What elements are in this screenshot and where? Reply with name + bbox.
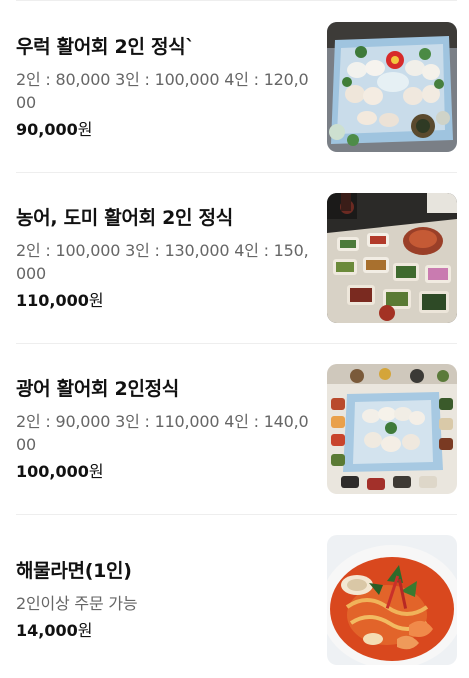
menu-item-price: 90,000원 (16, 119, 312, 141)
menu-item-photo[interactable] (327, 364, 457, 494)
menu-item-title: 우럭 활어회 2인 정식` (16, 35, 195, 58)
menu-item-info: 광어 활어회 2인정식 2인 : 90,000 3인 : 110,000 4인 … (16, 364, 312, 494)
top-divider (16, 0, 457, 1)
menu-item-haemul-ramen[interactable]: 해물라면(1인) 2인이상 주문 가능 14,000원 (16, 535, 457, 665)
menu-item-title: 해물라면(1인) (16, 560, 132, 582)
price-number: 14,000 (16, 621, 78, 640)
menu-divider (16, 514, 457, 515)
menu-item-gwangeo[interactable]: 광어 활어회 2인정식 2인 : 90,000 3인 : 110,000 4인 … (16, 364, 457, 494)
menu-item-description: 2인이상 주문 가능 (16, 594, 138, 613)
menu-item-nongeo-domi[interactable]: 농어, 도미 활어회 2인 정식 2인 : 100,000 3인 : 130,0… (16, 193, 457, 323)
menu-item-title: 농어, 도미 활어회 2인 정식 (16, 206, 233, 229)
sashimi-platter-spread-photo (327, 364, 457, 494)
menu-item-description: 2인 : 100,000 3인 : 130,000 4인 : 150,000 (16, 240, 309, 283)
seafood-ramen-bowl-photo (327, 535, 457, 665)
table-of-side-dishes-photo (327, 193, 457, 323)
price-unit: 원 (77, 119, 93, 139)
price-unit: 원 (77, 621, 93, 640)
menu-item-info: 해물라면(1인) 2인이상 주문 가능 14,000원 (16, 535, 312, 665)
price-unit: 원 (88, 461, 104, 481)
platter-of-sliced-raw-fish-photo (327, 22, 457, 152)
menu-item-photo[interactable] (327, 193, 457, 323)
menu-item-price: 110,000원 (16, 290, 312, 312)
menu-item-description: 2인 : 90,000 3인 : 110,000 4인 : 140,000 (16, 411, 309, 454)
price-number: 100,000 (16, 461, 89, 481)
menu-item-price: 14,000원 (16, 620, 312, 642)
price-number: 90,000 (16, 119, 78, 139)
menu-item-info: 농어, 도미 활어회 2인 정식 2인 : 100,000 3인 : 130,0… (16, 193, 312, 323)
menu-divider (16, 172, 457, 173)
menu-item-uruk[interactable]: 우럭 활어회 2인 정식` 2인 : 80,000 3인 : 100,000 4… (16, 22, 457, 152)
price-number: 110,000 (16, 290, 89, 310)
menu-divider (16, 343, 457, 344)
price-unit: 원 (88, 290, 104, 310)
menu-item-photo[interactable] (327, 22, 457, 152)
menu-item-description: 2인 : 80,000 3인 : 100,000 4인 : 120,000 (16, 69, 309, 112)
menu-item-price: 100,000원 (16, 461, 312, 483)
menu-item-info: 우럭 활어회 2인 정식` 2인 : 80,000 3인 : 100,000 4… (16, 22, 312, 152)
menu-item-photo[interactable] (327, 535, 457, 665)
menu-item-title: 광어 활어회 2인정식 (16, 377, 179, 400)
